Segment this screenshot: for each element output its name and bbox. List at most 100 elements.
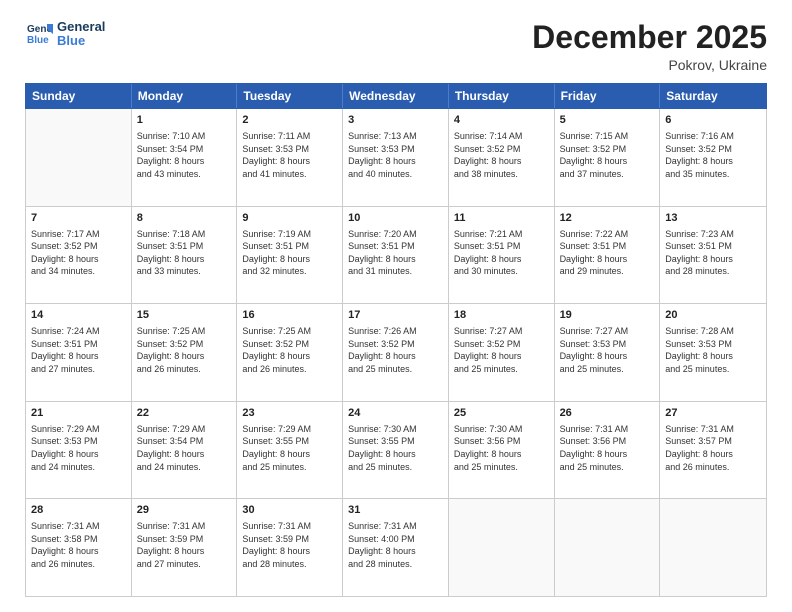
page: General Blue General Blue December 2025 … [0, 0, 792, 612]
cell-info: Sunrise: 7:29 AMSunset: 3:55 PMDaylight:… [242, 423, 337, 473]
calendar-row: 14Sunrise: 7:24 AMSunset: 3:51 PMDayligh… [26, 304, 766, 402]
calendar-cell: 23Sunrise: 7:29 AMSunset: 3:55 PMDayligh… [237, 402, 343, 499]
calendar-cell [449, 499, 555, 596]
calendar-cell: 25 Sunrise: 7:30 AMSunset: 3:56 PMDayligh… [449, 402, 555, 499]
calendar-cell: 12 Sunrise: 7:22 AMSunset: 3:51 PMDayligh… [555, 207, 661, 304]
day-number: 26 [560, 406, 655, 421]
weekday-header: Tuesday [237, 84, 343, 108]
day-number: 25 [454, 406, 549, 421]
day-number: 15 [137, 308, 232, 323]
calendar-cell: 9 Sunrise: 7:19 AMSunset: 3:51 PMDaylight… [237, 207, 343, 304]
logo-icon: General Blue [25, 20, 53, 48]
day-number: 21 [31, 406, 126, 421]
day-number: 11 [454, 211, 549, 226]
calendar-cell: 28 Sunrise: 7:31 AMSunset: 3:58 PMDayligh… [26, 499, 132, 596]
cell-info: Sunrise: 7:25 AMSunset: 3:52 PMDaylight:… [242, 325, 337, 375]
calendar-cell: 16 Sunrise: 7:25 AMSunset: 3:52 PMDayligh… [237, 304, 343, 401]
header: General Blue General Blue December 2025 … [25, 20, 767, 73]
day-number: 17 [348, 308, 443, 323]
cell-info: Sunrise: 7:15 AMSunset: 3:52 PMDaylight:… [560, 130, 655, 180]
calendar-row: 7 Sunrise: 7:17 AMSunset: 3:52 PMDaylight… [26, 207, 766, 305]
cell-info: Sunrise: 7:30 AMSunset: 3:56 PMDaylight:… [454, 423, 549, 473]
day-number: 8 [137, 211, 232, 226]
cell-info: Sunrise: 7:19 AMSunset: 3:51 PMDaylight:… [242, 228, 337, 278]
cell-info: Sunrise: 7:31 AMSunset: 4:00 PMDaylight:… [348, 520, 443, 570]
cell-info: Sunrise: 7:31 AMSunset: 3:59 PMDaylight:… [137, 520, 232, 570]
weekday-header: Wednesday [343, 84, 449, 108]
weekday-header: Thursday [449, 84, 555, 108]
calendar-cell [660, 499, 766, 596]
calendar-body: 1Sunrise: 7:10 AMSunset: 3:54 PMDaylight… [25, 109, 767, 597]
day-number: 28 [31, 503, 126, 518]
day-number: 13 [665, 211, 761, 226]
calendar-cell: 20 Sunrise: 7:28 AMSunset: 3:53 PMDayligh… [660, 304, 766, 401]
day-number: 12 [560, 211, 655, 226]
cell-info: Sunrise: 7:16 AMSunset: 3:52 PMDaylight:… [665, 130, 761, 180]
day-number: 16 [242, 308, 337, 323]
calendar-cell: 5Sunrise: 7:15 AMSunset: 3:52 PMDaylight… [555, 109, 661, 206]
calendar-cell: 19Sunrise: 7:27 AMSunset: 3:53 PMDayligh… [555, 304, 661, 401]
logo: General Blue General Blue [25, 20, 105, 49]
calendar-cell: 7 Sunrise: 7:17 AMSunset: 3:52 PMDaylight… [26, 207, 132, 304]
day-number: 9 [242, 211, 337, 226]
day-number: 19 [560, 308, 655, 323]
day-number: 29 [137, 503, 232, 518]
day-number: 2 [242, 113, 337, 128]
svg-text:Blue: Blue [27, 35, 49, 46]
calendar-row: 21 Sunrise: 7:29 AMSunset: 3:53 PMDayligh… [26, 402, 766, 500]
cell-info: Sunrise: 7:31 AMSunset: 3:58 PMDaylight:… [31, 520, 126, 570]
day-number: 24 [348, 406, 443, 421]
calendar-row: 28 Sunrise: 7:31 AMSunset: 3:58 PMDayligh… [26, 499, 766, 596]
cell-info: Sunrise: 7:27 AMSunset: 3:52 PMDaylight:… [454, 325, 549, 375]
weekday-header: Saturday [660, 84, 766, 108]
day-number: 18 [454, 308, 549, 323]
cell-info: Sunrise: 7:28 AMSunset: 3:53 PMDaylight:… [665, 325, 761, 375]
day-number: 3 [348, 113, 443, 128]
calendar-cell: 27 Sunrise: 7:31 AMSunset: 3:57 PMDayligh… [660, 402, 766, 499]
calendar-cell: 29 Sunrise: 7:31 AMSunset: 3:59 PMDayligh… [132, 499, 238, 596]
cell-info: Sunrise: 7:29 AMSunset: 3:54 PMDaylight:… [137, 423, 232, 473]
calendar-cell: 24Sunrise: 7:30 AMSunset: 3:55 PMDayligh… [343, 402, 449, 499]
calendar-cell: 30Sunrise: 7:31 AMSunset: 3:59 PMDayligh… [237, 499, 343, 596]
cell-info: Sunrise: 7:29 AMSunset: 3:53 PMDaylight:… [31, 423, 126, 473]
cell-info: Sunrise: 7:24 AMSunset: 3:51 PMDaylight:… [31, 325, 126, 375]
cell-info: Sunrise: 7:18 AMSunset: 3:51 PMDaylight:… [137, 228, 232, 278]
cell-info: Sunrise: 7:31 AMSunset: 3:56 PMDaylight:… [560, 423, 655, 473]
logo-general: General [57, 20, 105, 34]
day-number: 30 [242, 503, 337, 518]
logo-blue: Blue [57, 34, 105, 48]
cell-info: Sunrise: 7:11 AMSunset: 3:53 PMDaylight:… [242, 130, 337, 180]
calendar-row: 1Sunrise: 7:10 AMSunset: 3:54 PMDaylight… [26, 109, 766, 207]
cell-info: Sunrise: 7:22 AMSunset: 3:51 PMDaylight:… [560, 228, 655, 278]
day-number: 20 [665, 308, 761, 323]
calendar-cell: 18 Sunrise: 7:27 AMSunset: 3:52 PMDayligh… [449, 304, 555, 401]
calendar-cell: 2 Sunrise: 7:11 AMSunset: 3:53 PMDaylight… [237, 109, 343, 206]
calendar-cell: 17 Sunrise: 7:26 AMSunset: 3:52 PMDayligh… [343, 304, 449, 401]
cell-info: Sunrise: 7:31 AMSunset: 3:57 PMDaylight:… [665, 423, 761, 473]
day-number: 27 [665, 406, 761, 421]
calendar-cell [555, 499, 661, 596]
calendar-cell: 26 Sunrise: 7:31 AMSunset: 3:56 PMDayligh… [555, 402, 661, 499]
title-block: December 2025 Pokrov, Ukraine [532, 20, 767, 73]
cell-info: Sunrise: 7:26 AMSunset: 3:52 PMDaylight:… [348, 325, 443, 375]
calendar-cell: 21 Sunrise: 7:29 AMSunset: 3:53 PMDayligh… [26, 402, 132, 499]
calendar-cell: 13Sunrise: 7:23 AMSunset: 3:51 PMDayligh… [660, 207, 766, 304]
weekday-header: Monday [132, 84, 238, 108]
day-number: 7 [31, 211, 126, 226]
calendar-cell [26, 109, 132, 206]
cell-info: Sunrise: 7:17 AMSunset: 3:52 PMDaylight:… [31, 228, 126, 278]
calendar-header: SundayMondayTuesdayWednesdayThursdayFrid… [25, 83, 767, 109]
day-number: 31 [348, 503, 443, 518]
cell-info: Sunrise: 7:20 AMSunset: 3:51 PMDaylight:… [348, 228, 443, 278]
cell-info: Sunrise: 7:10 AMSunset: 3:54 PMDaylight:… [137, 130, 232, 180]
cell-info: Sunrise: 7:25 AMSunset: 3:52 PMDaylight:… [137, 325, 232, 375]
day-number: 6 [665, 113, 761, 128]
day-number: 22 [137, 406, 232, 421]
calendar-cell: 11 Sunrise: 7:21 AMSunset: 3:51 PMDayligh… [449, 207, 555, 304]
calendar-cell: 22 Sunrise: 7:29 AMSunset: 3:54 PMDayligh… [132, 402, 238, 499]
calendar-cell: 31 Sunrise: 7:31 AMSunset: 4:00 PMDayligh… [343, 499, 449, 596]
month-title: December 2025 [532, 20, 767, 55]
calendar: SundayMondayTuesdayWednesdayThursdayFrid… [25, 83, 767, 597]
day-number: 10 [348, 211, 443, 226]
cell-info: Sunrise: 7:21 AMSunset: 3:51 PMDaylight:… [454, 228, 549, 278]
